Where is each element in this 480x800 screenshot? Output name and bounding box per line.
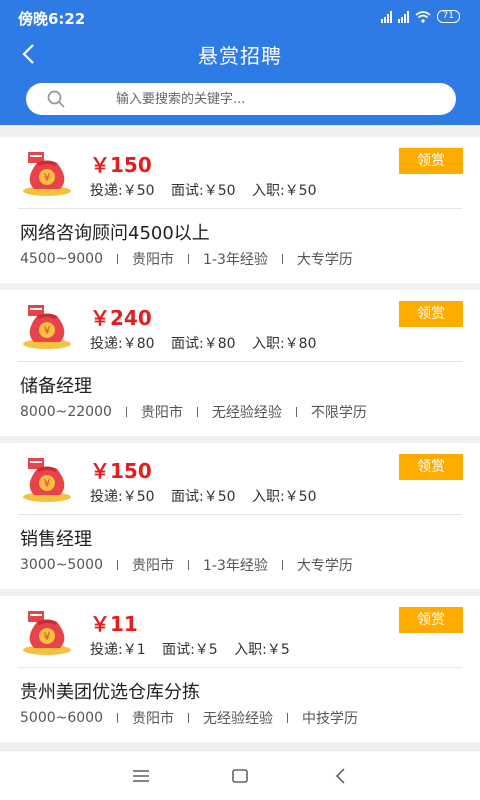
job-meta: 8000~22000 贵阳市 无经验经验 不限学历 xyxy=(20,402,367,422)
search-icon xyxy=(47,90,65,108)
salary-range: 3000~5000 xyxy=(20,557,103,573)
onboard-reward: 入职:￥5 xyxy=(234,642,290,658)
claim-reward-button[interactable]: 领赏 xyxy=(399,454,463,480)
deliver-reward: 投递:￥50 xyxy=(90,489,155,505)
separator xyxy=(117,254,118,264)
job-title: 网络咨询顾问4500以上 xyxy=(20,223,210,244)
job-city: 贵阳市 xyxy=(132,711,174,727)
onboard-reward: 入职:￥50 xyxy=(251,183,317,199)
claim-reward-button[interactable]: 领赏 xyxy=(399,148,463,174)
job-education: 大专学历 xyxy=(296,252,353,268)
job-card[interactable]: ¥ ￥240 领赏 投递:￥80 面试:￥80 入职:￥80 储备经理 8000… xyxy=(0,290,480,436)
job-title: 储备经理 xyxy=(20,376,92,397)
salary-range: 5000~6000 xyxy=(20,710,103,726)
menu-icon[interactable] xyxy=(130,765,152,787)
divider xyxy=(18,667,462,668)
salary-range: 8000~22000 xyxy=(20,404,112,420)
separator xyxy=(281,560,283,570)
signal-icon xyxy=(397,10,409,23)
job-city: 贵阳市 xyxy=(140,405,183,421)
separator xyxy=(196,407,198,417)
status-icons: 71 xyxy=(380,10,460,23)
search-bar[interactable] xyxy=(26,83,456,115)
page-title: 悬赏招聘 xyxy=(198,44,282,68)
svg-text:¥: ¥ xyxy=(44,171,51,184)
system-nav-bar xyxy=(0,750,480,800)
onboard-reward: 入职:￥50 xyxy=(251,489,317,505)
job-title: 贵州美团优选仓库分拣 xyxy=(20,682,200,703)
separator xyxy=(295,407,297,417)
divider xyxy=(18,514,462,515)
job-experience: 无经验经验 xyxy=(203,711,273,727)
salary-range: 4500~9000 xyxy=(20,251,103,267)
status-time: 傍晚6:22 xyxy=(18,10,86,28)
reward-amount: ￥11 xyxy=(90,612,138,636)
claim-reward-button[interactable]: 领赏 xyxy=(399,301,463,327)
job-education: 大专学历 xyxy=(296,558,353,574)
separator xyxy=(125,407,127,417)
onboard-reward: 入职:￥80 xyxy=(251,336,317,352)
status-bar: 傍晚6:22 71 xyxy=(0,0,480,34)
job-education: 不限学历 xyxy=(310,405,367,421)
reward-breakdown: 投递:￥80 面试:￥80 入职:￥80 xyxy=(90,333,329,353)
money-bag-icon: ¥ xyxy=(23,152,71,196)
divider xyxy=(18,208,462,209)
svg-text:¥: ¥ xyxy=(44,324,51,337)
app-header: 傍晚6:22 71 悬赏招聘 xyxy=(0,0,480,125)
signal-icon xyxy=(380,10,392,23)
job-card[interactable]: ¥ ￥150 领赏 投递:￥50 面试:￥50 入职:￥50 网络咨询顾问450… xyxy=(0,137,480,283)
separator xyxy=(188,254,189,264)
separator xyxy=(188,560,189,570)
job-card[interactable]: ¥ ￥11 领赏 投递:￥1 面试:￥5 入职:￥5 贵州美团优选仓库分拣 50… xyxy=(0,596,480,742)
separator xyxy=(188,713,189,723)
separator xyxy=(287,713,288,723)
job-meta: 5000~6000 贵阳市 无经验经验 中技学历 xyxy=(20,708,358,728)
svg-text:¥: ¥ xyxy=(44,630,51,643)
job-experience: 无经验经验 xyxy=(211,405,282,421)
money-bag-icon: ¥ xyxy=(23,611,71,655)
home-icon[interactable] xyxy=(229,765,251,787)
reward-amount: ￥150 xyxy=(90,153,152,177)
interview-reward: 面试:￥50 xyxy=(170,489,236,505)
separator xyxy=(117,713,118,723)
deliver-reward: 投递:￥80 xyxy=(90,336,155,352)
job-meta: 4500~9000 贵阳市 1-3年经验 大专学历 xyxy=(20,249,353,269)
wifi-icon xyxy=(415,10,431,23)
reward-breakdown: 投递:￥50 面试:￥50 入职:￥50 xyxy=(90,180,329,200)
money-bag-icon: ¥ xyxy=(23,305,71,349)
deliver-reward: 投递:￥1 xyxy=(90,642,146,658)
deliver-reward: 投递:￥50 xyxy=(90,183,155,199)
job-title: 销售经理 xyxy=(20,529,92,550)
reward-breakdown: 投递:￥1 面试:￥5 入职:￥5 xyxy=(90,639,302,659)
job-city: 贵阳市 xyxy=(132,252,174,268)
job-education: 中技学历 xyxy=(302,711,358,727)
divider xyxy=(18,361,462,362)
nav-bar: 悬赏招聘 xyxy=(0,34,480,74)
reward-amount: ￥240 xyxy=(90,306,152,330)
interview-reward: 面试:￥80 xyxy=(170,336,236,352)
job-experience: 1-3年经验 xyxy=(203,558,268,574)
separator xyxy=(281,254,283,264)
job-card[interactable]: ¥ ￥150 领赏 投递:￥50 面试:￥50 入职:￥50 销售经理 3000… xyxy=(0,443,480,589)
claim-reward-button[interactable]: 领赏 xyxy=(399,607,463,633)
job-meta: 3000~5000 贵阳市 1-3年经验 大专学历 xyxy=(20,555,353,575)
job-experience: 1-3年经验 xyxy=(203,252,268,268)
reward-amount: ￥150 xyxy=(90,459,152,483)
interview-reward: 面试:￥5 xyxy=(162,642,218,658)
money-bag-icon: ¥ xyxy=(23,458,71,502)
svg-text:¥: ¥ xyxy=(44,477,51,490)
search-input[interactable] xyxy=(116,87,436,111)
separator xyxy=(117,560,118,570)
job-city: 贵阳市 xyxy=(132,558,174,574)
battery-indicator: 71 xyxy=(436,10,460,23)
interview-reward: 面试:￥50 xyxy=(170,183,236,199)
reward-breakdown: 投递:￥50 面试:￥50 入职:￥50 xyxy=(90,486,329,506)
back-nav-icon[interactable] xyxy=(330,765,352,787)
